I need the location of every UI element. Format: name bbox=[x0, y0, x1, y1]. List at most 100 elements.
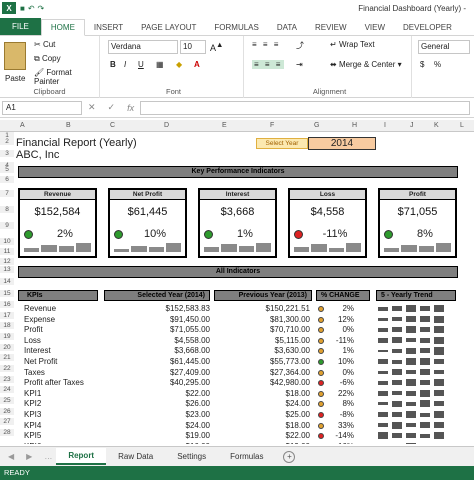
sparkline-bar bbox=[328, 248, 344, 252]
row-header[interactable]: 15 bbox=[0, 290, 14, 297]
row-header[interactable]: 16 bbox=[0, 301, 14, 308]
row-header[interactable]: 11 bbox=[0, 248, 14, 255]
row-header[interactable]: 17 bbox=[0, 312, 14, 319]
cut-button[interactable]: ✂ Cut bbox=[34, 40, 55, 49]
name-box[interactable]: A1 bbox=[2, 100, 82, 115]
column-header[interactable]: A bbox=[20, 122, 25, 129]
trend-bar bbox=[434, 326, 444, 333]
tab-review[interactable]: REVIEW bbox=[306, 20, 356, 35]
indent-icon[interactable]: ⇥ bbox=[296, 60, 303, 69]
column-header[interactable]: B bbox=[66, 122, 71, 129]
row-header[interactable]: 24 bbox=[0, 386, 14, 393]
tab-prev-icon[interactable]: ◀ bbox=[8, 452, 14, 461]
row-header[interactable]: 7 bbox=[0, 190, 14, 197]
tab-formulas[interactable]: FORMULAS bbox=[205, 20, 267, 35]
borders-icon[interactable]: ▦ bbox=[156, 60, 164, 69]
row-header[interactable]: 25 bbox=[0, 397, 14, 404]
sheet-tab-settings[interactable]: Settings bbox=[165, 449, 218, 464]
row-header[interactable]: 12 bbox=[0, 258, 14, 265]
row-header[interactable]: 23 bbox=[0, 376, 14, 383]
tab-page-layout[interactable]: PAGE LAYOUT bbox=[132, 20, 205, 35]
tab-view[interactable]: VIEW bbox=[356, 20, 394, 35]
paste-button[interactable]: Paste bbox=[5, 74, 25, 83]
redo-icon[interactable]: ↷ bbox=[38, 4, 45, 13]
column-header[interactable]: F bbox=[270, 122, 274, 129]
column-header[interactable]: J bbox=[410, 122, 414, 129]
trend-bar bbox=[378, 306, 388, 311]
function-icon[interactable]: fx bbox=[127, 103, 134, 113]
row-header[interactable]: 26 bbox=[0, 408, 14, 415]
save-icon[interactable]: ■ bbox=[20, 4, 25, 13]
row-header[interactable]: 5 bbox=[0, 166, 14, 173]
trend-bar bbox=[378, 359, 388, 364]
trend-bar bbox=[420, 412, 430, 417]
currency-button[interactable]: $ bbox=[420, 60, 424, 69]
format-painter-button[interactable]: 🖌 Format Painter bbox=[34, 68, 99, 86]
column-header[interactable]: H bbox=[352, 122, 357, 129]
row-header[interactable]: 14 bbox=[0, 278, 14, 285]
font-name-select[interactable]: Verdana bbox=[108, 40, 178, 54]
cancel-icon[interactable]: ✕ bbox=[88, 102, 96, 113]
row-header[interactable]: 19 bbox=[0, 333, 14, 340]
row-header[interactable]: 3 bbox=[0, 150, 14, 157]
table-row: KPI3 $23.00 $25.00 -8% bbox=[14, 410, 444, 421]
trend-bar bbox=[406, 422, 416, 428]
bold-button[interactable]: B bbox=[110, 60, 116, 69]
align-top-icons[interactable]: ≡ ≡ ≡ bbox=[252, 40, 280, 49]
sheet-tab-formulas[interactable]: Formulas bbox=[218, 449, 275, 464]
font-color-icon[interactable]: A bbox=[194, 60, 200, 69]
row-header[interactable]: 18 bbox=[0, 322, 14, 329]
row-header[interactable]: 9 bbox=[0, 222, 14, 229]
column-header[interactable]: D bbox=[164, 122, 169, 129]
row-header[interactable]: 8 bbox=[0, 206, 14, 213]
row-header[interactable]: 28 bbox=[0, 429, 14, 436]
tab-data[interactable]: DATA bbox=[268, 20, 306, 35]
more-tabs-icon[interactable]: … bbox=[44, 452, 52, 461]
align-center-icons[interactable]: ≡ ≡ ≡ bbox=[252, 60, 285, 69]
column-header[interactable]: I bbox=[384, 122, 386, 129]
row-header[interactable]: 10 bbox=[0, 238, 14, 245]
number-format-select[interactable]: General bbox=[418, 40, 470, 54]
italic-button[interactable]: I bbox=[124, 60, 126, 69]
fill-color-icon[interactable]: ◆ bbox=[176, 60, 182, 69]
tab-developer[interactable]: DEVELOPER bbox=[394, 20, 461, 35]
formula-input[interactable] bbox=[140, 100, 470, 115]
column-header[interactable]: L bbox=[460, 122, 464, 129]
underline-button[interactable]: U bbox=[138, 60, 144, 69]
tab-insert[interactable]: INSERT bbox=[85, 20, 132, 35]
percent-button[interactable]: % bbox=[434, 60, 441, 69]
merge-center-button[interactable]: ⬌ Merge & Center ▾ bbox=[330, 60, 402, 69]
copy-button[interactable]: ⧉ Copy bbox=[34, 54, 61, 64]
tab-file[interactable]: FILE bbox=[0, 18, 41, 35]
worksheet[interactable]: Financial Report (Yearly) ABC, Inc Selec… bbox=[14, 132, 474, 444]
sheet-tab-raw-data[interactable]: Raw Data bbox=[106, 449, 165, 464]
sheet-tab-report[interactable]: Report bbox=[56, 448, 107, 465]
column-header[interactable]: E bbox=[222, 122, 227, 129]
col-trend-header: 5 - Yearly Trend bbox=[376, 290, 456, 301]
row-header[interactable]: 6 bbox=[0, 176, 14, 183]
undo-icon[interactable]: ↶ bbox=[28, 4, 35, 13]
tab-next-icon[interactable]: ▶ bbox=[26, 452, 32, 461]
paste-icon[interactable] bbox=[4, 42, 26, 70]
tab-home[interactable]: HOME bbox=[40, 19, 85, 36]
kpi-label: Net Profit bbox=[24, 357, 58, 366]
row-header[interactable]: 22 bbox=[0, 365, 14, 372]
row-header[interactable]: 21 bbox=[0, 354, 14, 361]
add-sheet-icon[interactable]: + bbox=[283, 450, 296, 463]
enter-icon[interactable]: ✓ bbox=[108, 102, 116, 113]
trend-bar bbox=[392, 316, 402, 322]
column-header[interactable]: K bbox=[434, 122, 439, 129]
orientation-icon[interactable]: ⤴ bbox=[296, 40, 304, 51]
year-select[interactable]: 2014 bbox=[308, 137, 376, 150]
font-size-select[interactable]: 10 bbox=[180, 40, 206, 54]
column-header[interactable]: G bbox=[314, 122, 319, 129]
row-header[interactable]: 27 bbox=[0, 418, 14, 425]
row-header[interactable]: 20 bbox=[0, 344, 14, 351]
grow-font-icon[interactable]: A▲ bbox=[210, 40, 223, 53]
clipboard-label: Clipboard bbox=[33, 87, 66, 96]
sparkline-bar bbox=[345, 242, 361, 252]
row-header[interactable]: 2 bbox=[0, 138, 14, 145]
column-header[interactable]: C bbox=[110, 122, 115, 129]
wrap-text-button[interactable]: ↵ Wrap Text bbox=[330, 40, 375, 49]
row-header[interactable]: 13 bbox=[0, 266, 14, 273]
